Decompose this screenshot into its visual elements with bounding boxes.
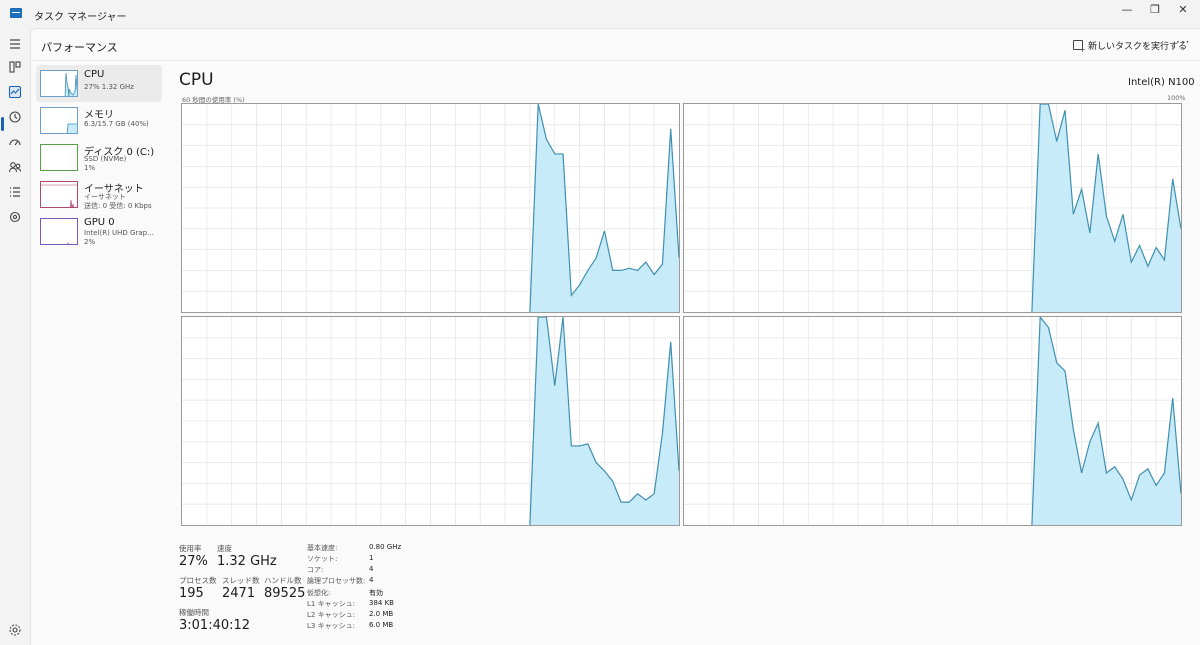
- uptime-value: 3:01:40:12: [179, 618, 251, 633]
- resource-item-ethernet[interactable]: イーサネット イーサネット 送信: 0 受信: 0 Kbps: [36, 176, 162, 213]
- resource-detail: 1%: [84, 164, 96, 172]
- page-title: パフォーマンス: [41, 41, 118, 54]
- details-icon[interactable]: [7, 184, 23, 200]
- processes-value: 195: [179, 586, 204, 601]
- resource-item-cpu[interactable]: CPU 27% 1.32 GHz: [36, 65, 162, 102]
- usage-value: 27%: [179, 554, 208, 569]
- threads-value: 2471: [222, 586, 256, 601]
- users-icon[interactable]: [7, 159, 23, 175]
- resource-item-gpu[interactable]: GPU 0 Intel(R) UHD Grap... 2%: [36, 213, 162, 250]
- cpu-graph-1: [683, 103, 1182, 313]
- resource-name: GPU 0: [84, 217, 115, 228]
- content-panel: パフォーマンス 新しいタスクを実行する ··· CPU 27% 1.32 GHz…: [30, 28, 1200, 645]
- ethernet-thumbnail: [40, 181, 78, 208]
- max-percent-label: 100%: [1167, 94, 1186, 102]
- cpu-thumbnail: [40, 70, 78, 97]
- spec-label: L2 キャッシュ:: [307, 611, 355, 619]
- spec-value: 6.0 MB: [369, 621, 394, 629]
- spec-value: 有効: [369, 589, 383, 597]
- main-title: CPU: [179, 70, 214, 90]
- task-manager-app-icon: [10, 8, 22, 18]
- resource-item-disk[interactable]: ディスク 0 (C:) SSD (NVMe) 1%: [36, 139, 162, 176]
- usage-label: 使用率: [179, 544, 202, 553]
- spec-label: 基本速度:: [307, 544, 338, 552]
- services-icon[interactable]: [7, 209, 23, 225]
- processes-label: プロセス数: [179, 576, 217, 585]
- title-bar: タスク マネージャー — ❐ ✕: [0, 0, 1200, 28]
- settings-icon[interactable]: [7, 622, 23, 638]
- resource-detail: 2%: [84, 238, 96, 246]
- gpu-thumbnail: [40, 218, 78, 245]
- more-options-button[interactable]: ···: [1176, 35, 1190, 49]
- processes-icon[interactable]: [7, 59, 23, 75]
- cpu-graph-2: [181, 316, 680, 526]
- minimize-button[interactable]: —: [1115, 3, 1139, 17]
- handles-value: 89525: [264, 586, 306, 601]
- active-indicator: [1, 117, 4, 131]
- spec-value: 384 KB: [369, 599, 394, 607]
- spec-value: 0.80 GHz: [369, 543, 402, 551]
- spec-value: 4: [369, 576, 374, 584]
- spec-label: L3 キャッシュ:: [307, 622, 355, 630]
- resource-name: メモリ: [84, 110, 114, 121]
- resource-detail: 送信: 0 受信: 0 Kbps: [84, 202, 152, 210]
- page-header: パフォーマンス 新しいタスクを実行する ···: [31, 29, 1200, 61]
- startup-icon[interactable]: [7, 134, 23, 150]
- run-new-task-button[interactable]: 新しいタスクを実行する: [1073, 37, 1188, 54]
- resource-detail: Intel(R) UHD Grap...: [84, 229, 154, 237]
- spec-value: 4: [369, 565, 374, 573]
- window-title: タスク マネージャー: [34, 12, 127, 23]
- resource-item-memory[interactable]: メモリ 6.3/15.7 GB (40%): [36, 102, 162, 139]
- resource-detail: SSD (NVMe): [84, 155, 127, 163]
- disk-thumbnail: [40, 144, 78, 171]
- close-button[interactable]: ✕: [1171, 3, 1195, 17]
- run-new-task-label: 新しいタスクを実行する: [1088, 41, 1188, 52]
- resource-detail: 6.3/15.7 GB (40%): [84, 120, 149, 128]
- spec-value: 2.0 MB: [369, 610, 394, 618]
- hamburger-icon[interactable]: [7, 36, 23, 52]
- new-task-icon: [1073, 40, 1086, 54]
- uptime-label: 稼働時間: [179, 608, 209, 617]
- cpu-graph-0: [181, 103, 680, 313]
- spec-label: L1 キャッシュ:: [307, 600, 355, 608]
- navigation-rail: [0, 28, 30, 645]
- cpu-graph-3: [683, 316, 1182, 526]
- resource-name: CPU: [84, 69, 105, 80]
- performance-icon[interactable]: [7, 84, 23, 100]
- speed-value: 1.32 GHz: [217, 554, 277, 569]
- cpu-model: Intel(R) N100: [1128, 77, 1195, 88]
- spec-value: 1: [369, 554, 374, 562]
- memory-thumbnail: [40, 107, 78, 134]
- threads-label: スレッド数: [222, 576, 260, 585]
- history-icon[interactable]: [7, 109, 23, 125]
- maximize-button[interactable]: ❐: [1143, 3, 1167, 17]
- spec-label: コア:: [307, 566, 324, 574]
- spec-label: 論理プロセッサ数:: [307, 577, 366, 585]
- handles-label: ハンドル数: [264, 576, 302, 585]
- resource-detail: 27% 1.32 GHz: [84, 83, 134, 91]
- spec-label: ソケット:: [307, 555, 338, 563]
- speed-label: 速度: [217, 544, 232, 553]
- spec-label: 仮想化:: [307, 589, 331, 597]
